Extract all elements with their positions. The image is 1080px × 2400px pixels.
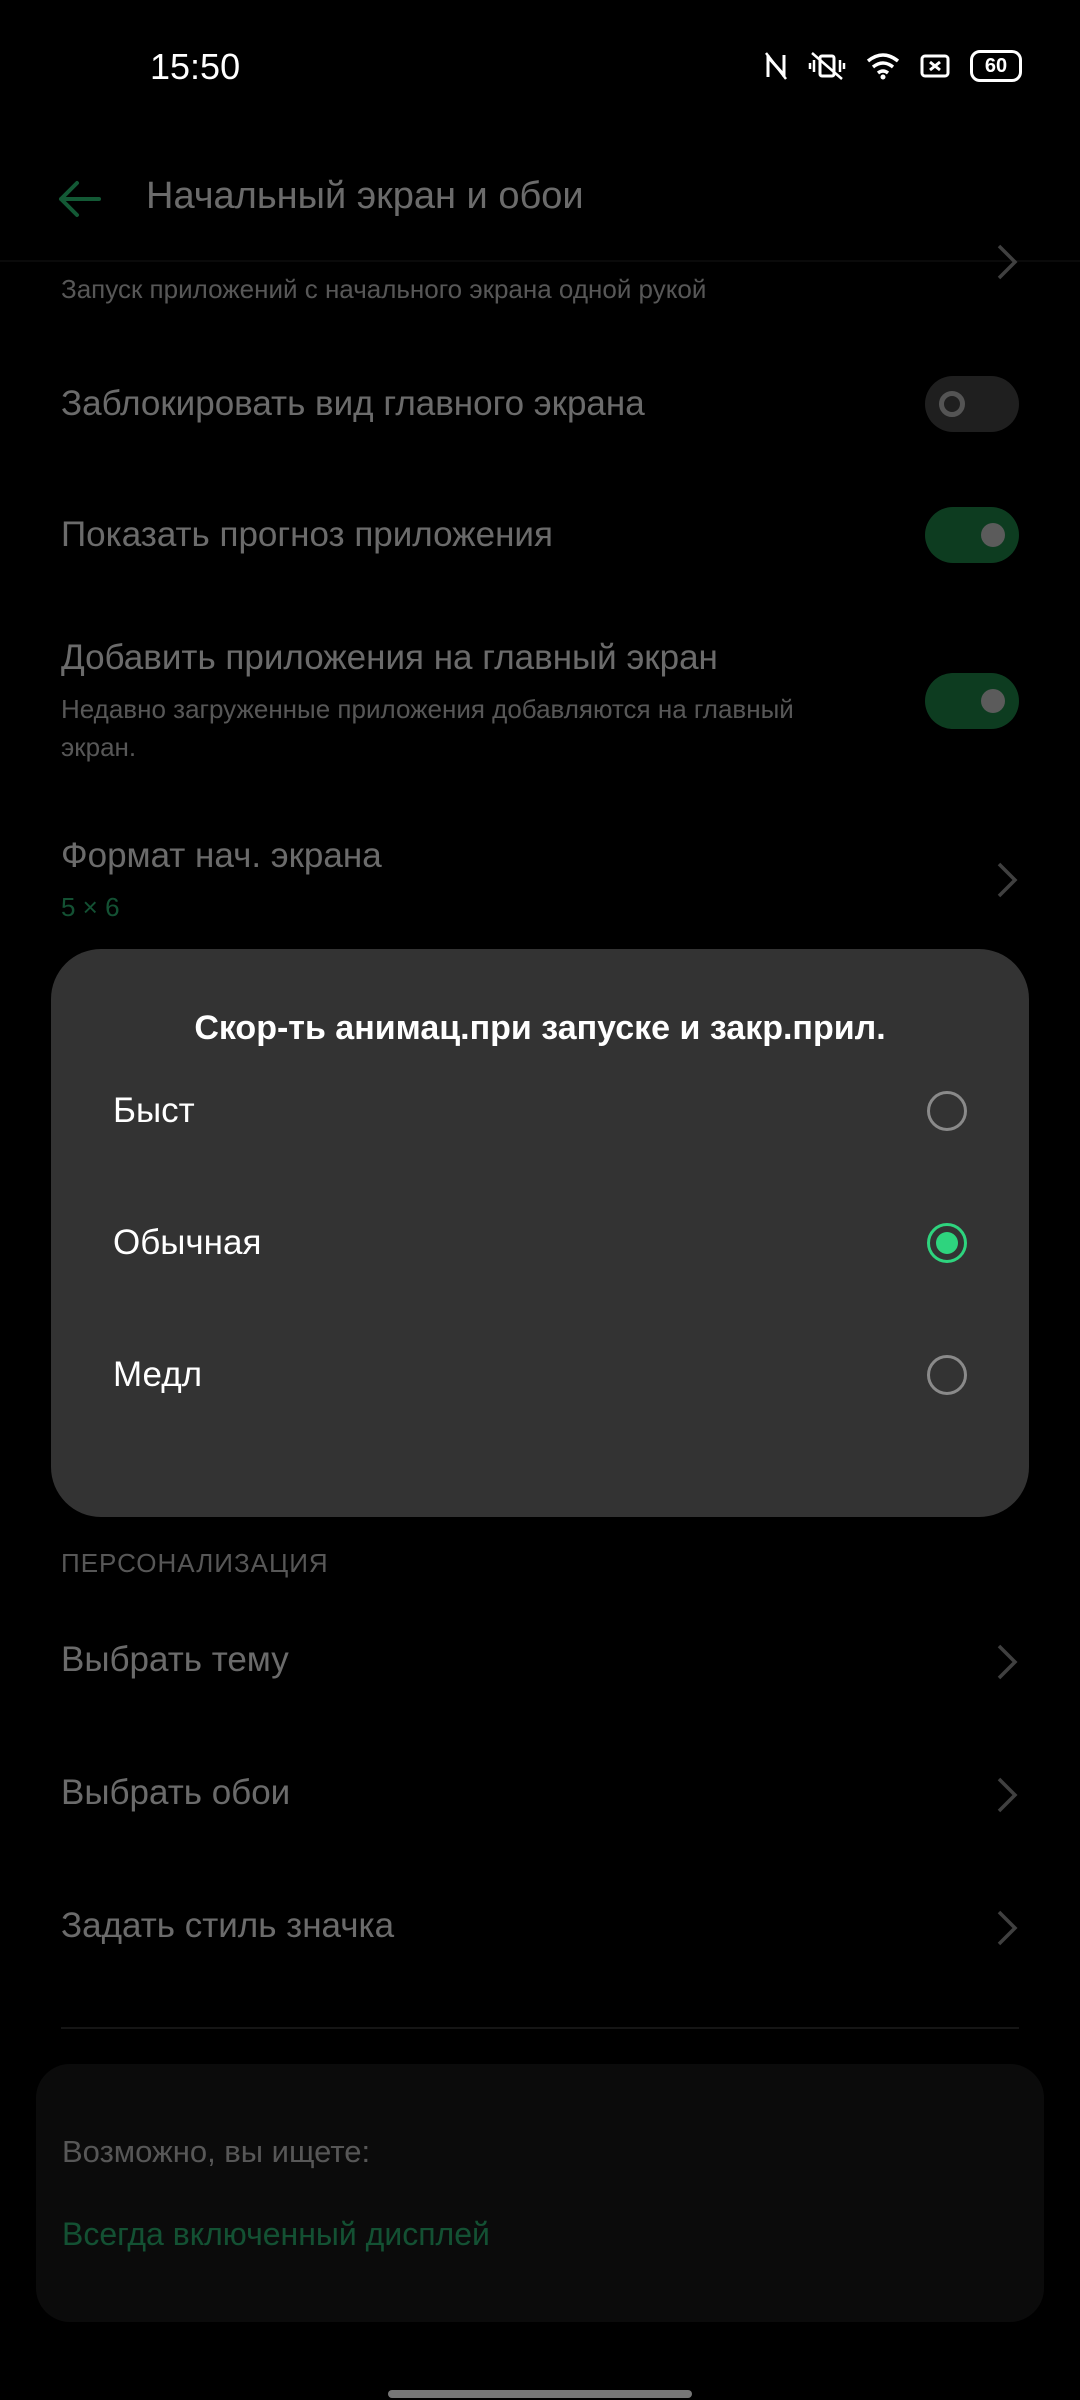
add-apps-row[interactable]: Добавить приложения на главный экран Нед… bbox=[61, 638, 1019, 778]
home-indicator[interactable] bbox=[388, 2390, 692, 2398]
always-on-display-link[interactable]: Всегда включенный дисплей bbox=[62, 2216, 490, 2253]
add-apps-toggle[interactable] bbox=[925, 673, 1019, 729]
app-suggestions-toggle[interactable] bbox=[925, 507, 1019, 563]
select-wallpaper-label: Выбрать обои bbox=[61, 1773, 291, 1812]
status-time: 15:50 bbox=[150, 46, 241, 87]
icon-style-label: Задать стиль значка bbox=[61, 1906, 395, 1945]
screen-cast-icon bbox=[920, 53, 950, 79]
select-theme-row[interactable]: Выбрать тему bbox=[61, 1640, 1019, 1690]
lock-layout-label: Заблокировать вид главного экрана bbox=[61, 384, 645, 423]
toggle-knob bbox=[981, 523, 1005, 547]
toggle-knob bbox=[981, 689, 1005, 713]
status-bar: 15:50 60 bbox=[0, 0, 1080, 135]
option-fast-label: Быст bbox=[113, 1091, 195, 1130]
one-hand-mode-subtitle: Запуск приложений с начального экрана од… bbox=[61, 274, 707, 304]
app-suggestions-label: Показать прогноз приложения bbox=[61, 515, 553, 554]
chevron-right-icon bbox=[997, 1910, 1018, 1946]
battery-icon: 60 bbox=[970, 50, 1022, 82]
select-wallpaper-row[interactable]: Выбрать обои bbox=[61, 1773, 1019, 1823]
lock-layout-row[interactable]: Заблокировать вид главного экрана bbox=[61, 376, 1019, 432]
select-theme-label: Выбрать тему bbox=[61, 1640, 289, 1679]
back-arrow-icon[interactable] bbox=[55, 175, 103, 223]
radio-normal[interactable] bbox=[927, 1223, 967, 1263]
chevron-right-icon bbox=[997, 1644, 1018, 1680]
add-apps-label: Добавить приложения на главный экран bbox=[61, 638, 718, 677]
page-title: Начальный экран и обои bbox=[146, 175, 584, 217]
app-bar: Начальный экран и обои bbox=[0, 135, 1080, 262]
suggestions-label: Возможно, вы ищете: bbox=[62, 2134, 371, 2169]
wifi-icon bbox=[866, 52, 900, 80]
chevron-right-icon bbox=[997, 244, 1018, 280]
dialog-title: Скор-ть анимац.при запуске и закр.прил. bbox=[194, 1009, 886, 1047]
option-slow-label: Медл bbox=[113, 1355, 203, 1394]
chevron-right-icon bbox=[997, 1777, 1018, 1813]
option-normal[interactable]: Обычная bbox=[51, 1179, 1029, 1311]
personalization-header: ПЕРСОНАЛИЗАЦИЯ bbox=[61, 1548, 329, 1578]
status-icons: 60 bbox=[764, 50, 1022, 82]
add-apps-subtitle: Недавно загруженные приложения добавляют… bbox=[61, 694, 794, 762]
animation-speed-dialog: Скор-ть анимац.при запуске и закр.прил. … bbox=[51, 949, 1029, 1517]
option-fast[interactable]: Быст bbox=[51, 1047, 1029, 1179]
lock-layout-toggle[interactable] bbox=[925, 376, 1019, 432]
app-suggestions-row[interactable]: Показать прогноз приложения bbox=[61, 507, 1019, 563]
chevron-right-icon bbox=[997, 862, 1018, 898]
option-normal-label: Обычная bbox=[113, 1223, 262, 1262]
suggestions-card: Возможно, вы ищете: Всегда включенный ди… bbox=[36, 2064, 1044, 2322]
grid-format-value: 5 × 6 bbox=[61, 892, 120, 922]
radio-fast[interactable] bbox=[927, 1091, 967, 1131]
option-slow[interactable]: Медл bbox=[51, 1311, 1029, 1443]
icon-style-row[interactable]: Задать стиль значка bbox=[61, 1906, 1019, 1956]
grid-format-row[interactable]: Формат нач. экрана 5 × 6 bbox=[61, 836, 1019, 936]
vibrate-icon bbox=[808, 51, 846, 81]
divider bbox=[61, 2027, 1019, 2029]
nfc-icon bbox=[764, 51, 788, 81]
grid-format-label: Формат нач. экрана bbox=[61, 836, 382, 875]
toggle-knob bbox=[939, 391, 965, 417]
one-hand-mode-row[interactable]: Запуск приложений с начального экрана од… bbox=[61, 244, 1019, 308]
radio-slow[interactable] bbox=[927, 1355, 967, 1395]
